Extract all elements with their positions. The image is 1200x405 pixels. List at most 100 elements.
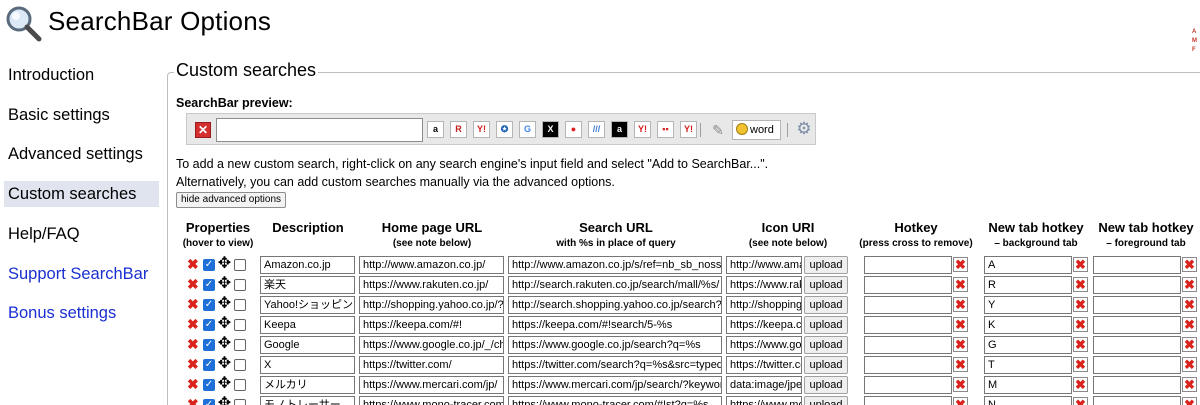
clear-hotkey-icon[interactable]: ✖ [953, 337, 968, 352]
sidebar-item-support-searchbar[interactable]: Support SearchBar [4, 261, 159, 287]
mercari-icon[interactable]: ● [565, 121, 582, 138]
description-field[interactable]: Yahoo!ショッピン [260, 296, 355, 314]
clear-hotkey-icon[interactable]: ✖ [953, 357, 968, 372]
icon-uri-field[interactable]: http://shopping [726, 296, 802, 314]
sidebar-item-basic-settings[interactable]: Basic settings [4, 102, 159, 128]
sidebar-item-help-faq[interactable]: Help/FAQ [4, 221, 159, 247]
search-url-field[interactable]: http://www.amazon.co.jp/s/ref=nb_sb_noss… [508, 256, 722, 274]
fg-hotkey-field[interactable] [1093, 356, 1181, 374]
drag-handle-icon[interactable]: ✥ [216, 355, 233, 372]
icon-uri-field[interactable]: https://keepa.c [726, 316, 802, 334]
search-url-field[interactable]: https://www.mercari.com/jp/search/?keywo… [508, 376, 722, 394]
delete-icon[interactable]: ✖ [187, 277, 200, 292]
hotkey-field[interactable] [864, 296, 952, 314]
sidebar-item-custom-searches[interactable]: Custom searches [4, 181, 159, 207]
description-field[interactable]: Amazon.co.jp [260, 256, 355, 274]
x-icon[interactable]: X [542, 121, 559, 138]
upload-button[interactable]: upload [804, 316, 848, 334]
clear-fg-hotkey-icon[interactable]: ✖ [1182, 377, 1197, 392]
upload-button[interactable]: upload [804, 276, 848, 294]
clear-bg-hotkey-icon[interactable]: ✖ [1073, 257, 1088, 272]
delete-icon[interactable]: ✖ [187, 257, 200, 272]
description-field[interactable]: メルカリ [260, 376, 355, 394]
drag-handle-icon[interactable]: ✥ [216, 395, 233, 405]
drag-handle-icon[interactable]: ✥ [216, 275, 233, 292]
property-checkbox[interactable] [234, 399, 246, 405]
clear-hotkey-icon[interactable]: ✖ [953, 297, 968, 312]
google-icon[interactable]: G [519, 121, 536, 138]
icon-uri-field[interactable]: https://www.goo [726, 336, 802, 354]
enabled-checkbox[interactable]: ✓ [203, 399, 215, 405]
home-url-field[interactable]: http://www.amazon.co.jp/ [359, 256, 504, 274]
fg-hotkey-field[interactable] [1093, 296, 1181, 314]
description-field[interactable]: 楽天 [260, 276, 355, 294]
enabled-checkbox[interactable]: ✓ [203, 379, 215, 391]
drag-handle-icon[interactable]: ✥ [216, 315, 233, 332]
word-search-button[interactable]: word [732, 120, 781, 140]
icon-uri-field[interactable]: https://www.rak [726, 276, 802, 294]
clear-fg-hotkey-icon[interactable]: ✖ [1182, 357, 1197, 372]
delete-icon[interactable]: ✖ [187, 317, 200, 332]
fg-hotkey-field[interactable] [1093, 276, 1181, 294]
amazon-icon[interactable]: a [611, 121, 628, 138]
clear-fg-hotkey-icon[interactable]: ✖ [1182, 317, 1197, 332]
property-checkbox[interactable] [234, 379, 246, 391]
upload-button[interactable]: upload [804, 396, 848, 405]
clear-bg-hotkey-icon[interactable]: ✖ [1073, 317, 1088, 332]
hotkey-field[interactable] [864, 356, 952, 374]
clear-bg-hotkey-icon[interactable]: ✖ [1073, 377, 1088, 392]
close-icon[interactable]: ✕ [195, 122, 211, 138]
property-checkbox[interactable] [234, 299, 246, 311]
clear-fg-hotkey-icon[interactable]: ✖ [1182, 397, 1197, 405]
hotkey-field[interactable] [864, 256, 952, 274]
search-url-field[interactable]: https://twitter.com/search?q=%s&src=type… [508, 356, 722, 374]
fg-hotkey-field[interactable] [1093, 396, 1181, 405]
icon-uri-field[interactable]: data:image/jpe [726, 376, 802, 394]
enabled-checkbox[interactable]: ✓ [203, 339, 215, 351]
home-url-field[interactable]: https://www.google.co.jp/_/ch [359, 336, 504, 354]
hotkey-field[interactable] [864, 336, 952, 354]
searchbar-preview-input[interactable] [216, 118, 423, 142]
search-url-field[interactable]: https://www.google.co.jp/search?q=%s [508, 336, 722, 354]
enabled-checkbox[interactable]: ✓ [203, 279, 215, 291]
rakuten-icon[interactable]: R [450, 121, 467, 138]
engine-icon[interactable]: ✪ [496, 121, 513, 138]
clear-fg-hotkey-icon[interactable]: ✖ [1182, 277, 1197, 292]
hide-advanced-options-button[interactable]: hide advanced options [176, 192, 286, 208]
delete-icon[interactable]: ✖ [187, 377, 200, 392]
property-checkbox[interactable] [234, 359, 246, 371]
bg-hotkey-field[interactable]: M [984, 376, 1072, 394]
pencil-icon[interactable]: ✎ [709, 122, 727, 138]
bg-hotkey-field[interactable]: Y [984, 296, 1072, 314]
home-url-field[interactable]: http://shopping.yahoo.co.jp/?s [359, 296, 504, 314]
hotkey-field[interactable] [864, 396, 952, 405]
upload-button[interactable]: upload [804, 336, 848, 354]
bg-hotkey-field[interactable]: G [984, 336, 1072, 354]
enabled-checkbox[interactable]: ✓ [203, 259, 215, 271]
clear-bg-hotkey-icon[interactable]: ✖ [1073, 337, 1088, 352]
sidebar-item-introduction[interactable]: Introduction [4, 62, 159, 88]
clear-bg-hotkey-icon[interactable]: ✖ [1073, 277, 1088, 292]
clear-fg-hotkey-icon[interactable]: ✖ [1182, 297, 1197, 312]
clear-hotkey-icon[interactable]: ✖ [953, 377, 968, 392]
drag-handle-icon[interactable]: ✥ [216, 295, 233, 312]
bg-hotkey-field[interactable]: T [984, 356, 1072, 374]
gear-icon[interactable]: ⚙ [795, 120, 813, 138]
delete-icon[interactable]: ✖ [187, 297, 200, 312]
search-url-field[interactable]: http://search.rakuten.co.jp/search/mall/… [508, 276, 722, 294]
search-url-field[interactable]: http://search.shopping.yahoo.co.jp/searc… [508, 296, 722, 314]
sidebar-item-advanced-settings[interactable]: Advanced settings [4, 141, 159, 167]
enabled-checkbox[interactable]: ✓ [203, 299, 215, 311]
clear-fg-hotkey-icon[interactable]: ✖ [1182, 257, 1197, 272]
description-field[interactable]: Google [260, 336, 355, 354]
description-field[interactable]: X [260, 356, 355, 374]
upload-button[interactable]: upload [804, 296, 848, 314]
upload-button[interactable]: upload [804, 256, 848, 274]
yahoo-icon[interactable]: Y! [473, 121, 490, 138]
home-url-field[interactable]: https://keepa.com/#! [359, 316, 504, 334]
icon-uri-field[interactable]: https://www.mo [726, 396, 802, 405]
drag-handle-icon[interactable]: ✥ [216, 335, 233, 352]
property-checkbox[interactable] [234, 339, 246, 351]
clear-bg-hotkey-icon[interactable]: ✖ [1073, 297, 1088, 312]
hotkey-field[interactable] [864, 316, 952, 334]
